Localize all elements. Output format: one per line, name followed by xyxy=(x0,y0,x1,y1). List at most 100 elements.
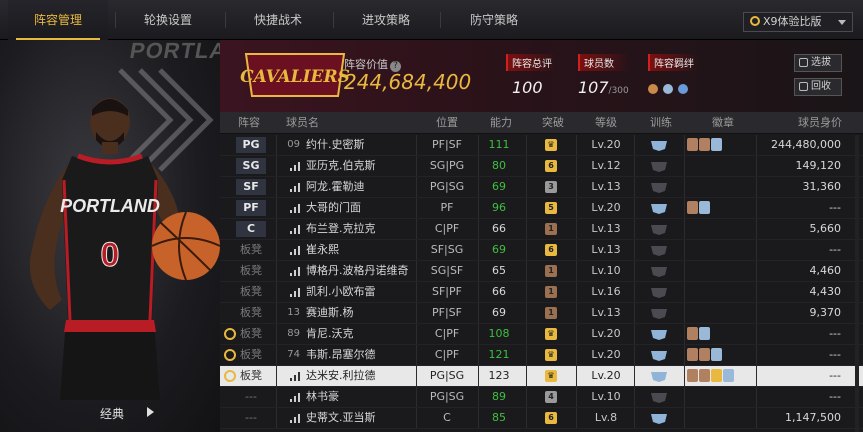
player-name[interactable]: 布兰登.克拉克 xyxy=(306,219,421,239)
column-divider xyxy=(478,240,479,260)
lineup-slot[interactable]: SF xyxy=(236,179,266,195)
training-icon[interactable] xyxy=(650,160,668,172)
table-row[interactable]: 板凳 89 肯尼.沃克 C|PF 108 ♛ Lv.20 --- xyxy=(220,324,863,345)
col-name[interactable]: 球员名 xyxy=(286,112,319,134)
table-scrollbar[interactable] xyxy=(855,135,859,432)
col-training[interactable]: 训练 xyxy=(650,112,672,134)
badge-list[interactable] xyxy=(687,348,723,362)
select-button[interactable]: 选拔 xyxy=(794,54,842,72)
recycle-button-label: 回收 xyxy=(811,81,831,92)
next-arrow-icon[interactable] xyxy=(147,407,154,417)
recycle-button[interactable]: 回收 xyxy=(794,78,842,96)
column-divider xyxy=(634,387,635,407)
player-ability: 121 xyxy=(488,348,510,361)
training-icon[interactable] xyxy=(650,202,668,214)
column-divider xyxy=(756,177,757,197)
training-icon[interactable] xyxy=(650,307,668,319)
lineup-slot[interactable]: PF xyxy=(236,200,266,216)
lineup-slot[interactable]: 板凳 xyxy=(236,326,266,342)
table-row[interactable]: 板凳 凯利.小欧布雷 SF|PF 66 1 Lv.16 4,430 xyxy=(220,282,863,303)
column-divider xyxy=(756,219,757,239)
player-name[interactable]: 林书豪 xyxy=(306,387,421,407)
table-row[interactable]: --- 史蒂文.亚当斯 C 85 6 Lv.8 1,147,500 xyxy=(220,408,863,429)
tab-lineup[interactable]: 阵容管理 xyxy=(8,0,108,40)
lineup-slot[interactable]: 板凳 xyxy=(236,284,266,300)
table-row[interactable]: 板凳 13 赛迪斯.杨 PF|SF 69 1 Lv.13 9,370 xyxy=(220,303,863,324)
player-name[interactable]: 达米安.利拉德 xyxy=(306,366,421,386)
lineup-slot[interactable]: 板凳 xyxy=(236,305,266,321)
col-slot[interactable]: 阵容 xyxy=(238,112,260,134)
col-level[interactable]: 等级 xyxy=(595,112,617,134)
player-name[interactable]: 大哥的门面 xyxy=(306,198,421,218)
badge-list[interactable] xyxy=(687,138,723,152)
training-icon[interactable] xyxy=(650,328,668,340)
table-row[interactable]: SG 亚历克.伯克斯 SG|PG 80 6 Lv.12 149,120 xyxy=(220,156,863,177)
col-position[interactable]: 位置 xyxy=(436,112,458,134)
table-row[interactable]: 板凳 崔永熙 SF|SG 69 6 Lv.13 --- xyxy=(220,240,863,261)
badge-list[interactable] xyxy=(687,369,735,383)
lineup-slot[interactable]: SG xyxy=(236,158,266,174)
table-row[interactable]: 板凳 74 韦斯.昂塞尔德 C|PF 121 ♛ Lv.20 --- xyxy=(220,345,863,366)
lineup-slot[interactable]: 板凳 xyxy=(236,368,266,384)
tab-rotation[interactable]: 轮换设置 xyxy=(118,0,218,40)
player-position: PF xyxy=(440,201,454,214)
player-name[interactable]: 崔永熙 xyxy=(306,240,421,260)
table-row[interactable]: SF 阿龙.霍勒迪 PG|SG 69 3 Lv.13 31,360 xyxy=(220,177,863,198)
lineup-slot[interactable]: 板凳 xyxy=(236,263,266,279)
lineup-slot[interactable]: --- xyxy=(236,389,266,405)
table-row[interactable]: 板凳 达米安.利拉德 PG|SG 123 ♛ Lv.20 --- xyxy=(220,366,863,387)
player-name[interactable]: 阿龙.霍勒迪 xyxy=(306,177,421,197)
training-icon[interactable] xyxy=(650,412,668,424)
training-icon[interactable] xyxy=(650,223,668,235)
tab-offense[interactable]: 进攻策略 xyxy=(336,0,436,40)
table-row[interactable]: PG 09 约什.史密斯 PF|SF 111 ♛ Lv.20 244,480,000 xyxy=(220,135,863,156)
col-breakthrough[interactable]: 突破 xyxy=(542,112,564,134)
col-ability[interactable]: 能力 xyxy=(490,112,512,134)
lineup-slot[interactable]: 板凳 xyxy=(236,347,266,363)
training-icon[interactable] xyxy=(650,370,668,382)
training-icon[interactable] xyxy=(650,181,668,193)
lineup-slot[interactable]: 板凳 xyxy=(236,242,266,258)
training-icon[interactable] xyxy=(650,391,668,403)
bond-icon[interactable] xyxy=(678,84,688,94)
training-icon[interactable] xyxy=(650,265,668,277)
player-name[interactable]: 博格丹.波格丹诺维奇 xyxy=(306,261,421,281)
column-divider xyxy=(576,177,577,197)
training-icon[interactable] xyxy=(650,286,668,298)
player-name[interactable]: 凯利.小欧布雷 xyxy=(306,282,421,302)
bond-icon[interactable] xyxy=(663,84,673,94)
player-name[interactable]: 赛迪斯.杨 xyxy=(306,303,421,323)
player-name[interactable]: 肯尼.沃克 xyxy=(306,324,421,344)
badge-icon xyxy=(687,327,698,340)
training-icon[interactable] xyxy=(650,139,668,151)
column-divider xyxy=(478,408,479,428)
version-select[interactable]: X9体验比版 xyxy=(743,12,853,32)
tab-defense[interactable]: 防守策略 xyxy=(444,0,544,40)
column-divider xyxy=(576,324,577,344)
chevron-down-icon xyxy=(838,20,846,25)
signal-bars-icon xyxy=(288,414,302,423)
col-badges[interactable]: 徽章 xyxy=(712,112,734,134)
bond-icon[interactable] xyxy=(648,84,658,94)
table-row[interactable]: C 布兰登.克拉克 C|PF 66 1 Lv.13 5,660 xyxy=(220,219,863,240)
lineup-slot[interactable]: PG xyxy=(236,137,266,153)
col-salary[interactable]: 球员身价 xyxy=(798,112,842,134)
lineup-slot[interactable]: --- xyxy=(236,410,266,426)
column-divider xyxy=(756,387,757,407)
badge-list[interactable] xyxy=(687,201,711,215)
table-row[interactable]: PF 大哥的门面 PF 96 5 Lv.20 --- xyxy=(220,198,863,219)
column-divider xyxy=(526,324,527,344)
column-divider xyxy=(756,303,757,323)
player-name[interactable]: 约什.史密斯 xyxy=(306,135,421,155)
badge-list[interactable] xyxy=(687,327,711,341)
player-name[interactable]: 史蒂文.亚当斯 xyxy=(306,408,421,428)
lineup-slot[interactable]: C xyxy=(236,221,266,237)
table-row[interactable]: 板凳 博格丹.波格丹诺维奇 SG|SF 65 1 Lv.10 4,460 xyxy=(220,261,863,282)
training-icon[interactable] xyxy=(650,349,668,361)
tab-quick-tactics[interactable]: 快捷战术 xyxy=(228,0,328,40)
player-name[interactable]: 韦斯.昂塞尔德 xyxy=(306,345,421,365)
table-row[interactable]: --- 林书豪 PG|SG 89 4 Lv.10 --- xyxy=(220,387,863,408)
training-icon[interactable] xyxy=(650,244,668,256)
player-name[interactable]: 亚历克.伯克斯 xyxy=(306,156,421,176)
player-level: Lv.20 xyxy=(591,348,621,361)
